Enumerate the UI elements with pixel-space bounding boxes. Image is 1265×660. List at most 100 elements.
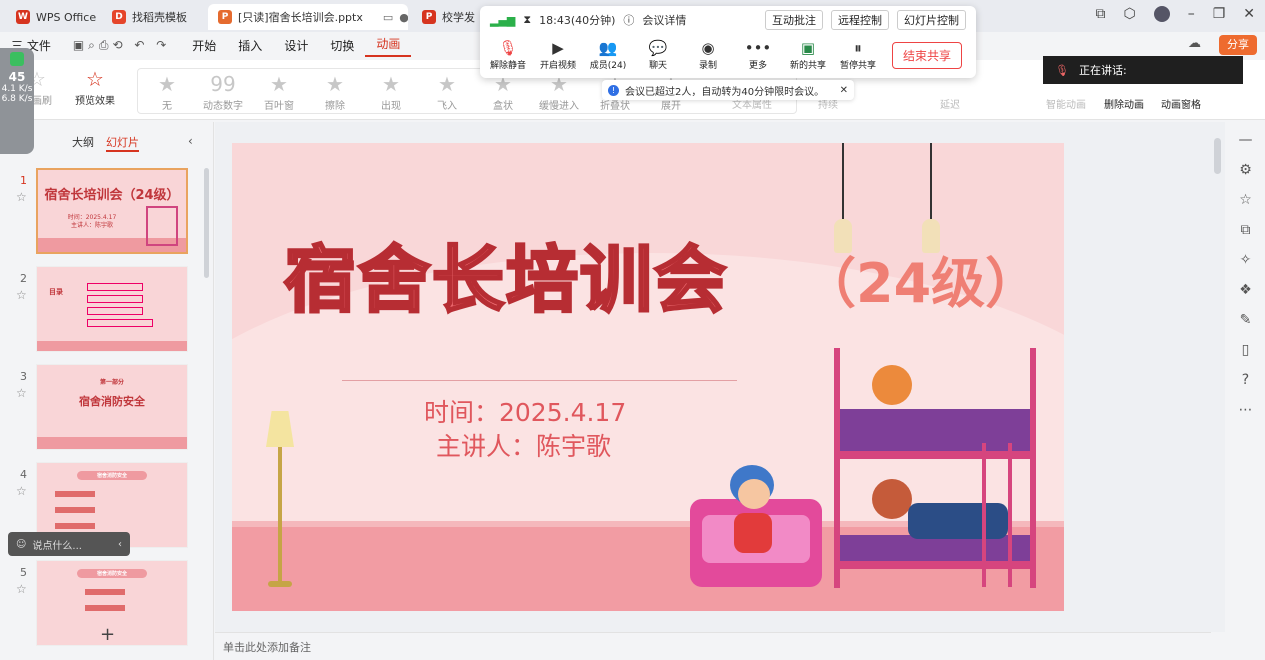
animation-pane-button[interactable]: 动画窗格 bbox=[1161, 96, 1201, 111]
members-button[interactable]: 👥 成员(24) bbox=[584, 38, 632, 71]
unsaved-dot-icon: ● bbox=[399, 10, 408, 24]
collapse-panel-icon[interactable]: ‹ bbox=[188, 134, 193, 148]
add-slide-button[interactable]: + bbox=[100, 624, 115, 645]
notes-placeholder: 单击此处添加备注 bbox=[223, 641, 311, 654]
star-icon[interactable]: ☆ bbox=[1239, 192, 1252, 208]
canvas-scrollbar[interactable] bbox=[1211, 122, 1225, 632]
thumb-preview: 宿舍长培训会（24级） 时间：2025.4.17 主讲人：陈宇歌 bbox=[36, 168, 188, 254]
effect-appear[interactable]: ★ 出现 bbox=[364, 71, 418, 112]
ppt-file-icon: P bbox=[218, 10, 232, 24]
slide-thumb-3[interactable]: 3 ☆ 第一部分 宿舍消防安全 bbox=[0, 364, 200, 454]
menu-animation[interactable]: 动画 bbox=[365, 33, 412, 57]
maximize-icon[interactable]: ❐ bbox=[1213, 6, 1226, 22]
layout-icon[interactable]: ⧉ bbox=[1095, 6, 1105, 22]
speaker-label: 正在讲话: bbox=[1078, 64, 1127, 77]
menu-home[interactable]: 开始 bbox=[181, 37, 227, 54]
meeting-details[interactable]: 会议详情 bbox=[642, 12, 686, 28]
effect-none[interactable]: ★ 无 bbox=[140, 71, 194, 112]
meeting-notice: ! 会议已超过2人，自动转为40分钟限时会议。 ✕ bbox=[602, 80, 854, 100]
delete-animation-button[interactable]: 删除动画 bbox=[1104, 96, 1144, 111]
delay-label: 延迟 bbox=[940, 100, 960, 111]
close-icon[interactable]: ✕ bbox=[1243, 6, 1255, 22]
book-icon[interactable]: ▯ bbox=[1242, 342, 1250, 358]
thumb-title: 宿舍消防安全 bbox=[96, 571, 127, 577]
minimize-icon[interactable]: – bbox=[1188, 6, 1195, 22]
star-icon[interactable]: ☆ bbox=[16, 190, 27, 204]
shape-icon[interactable]: ❖ bbox=[1239, 282, 1252, 298]
effect-dynamic-number[interactable]: 99 动态数字 bbox=[196, 71, 250, 112]
thumb-number: 4 bbox=[20, 468, 27, 481]
more-button[interactable]: ••• 更多 bbox=[734, 38, 782, 71]
scroll-thumb[interactable] bbox=[1214, 138, 1221, 174]
effect-wipe[interactable]: ★ 擦除 bbox=[308, 71, 362, 112]
docer-icon: D bbox=[112, 10, 126, 24]
annotate-button[interactable]: 互动批注 bbox=[765, 10, 823, 30]
tab-outline[interactable]: 大纲 bbox=[72, 134, 94, 152]
members-icon: 👥 bbox=[598, 39, 618, 57]
star-icon[interactable]: ☆ bbox=[16, 288, 27, 302]
record-button[interactable]: ◉ 录制 bbox=[684, 38, 732, 71]
tab-docer[interactable]: D 找稻壳模板 bbox=[102, 4, 202, 30]
avatar[interactable] bbox=[1153, 6, 1170, 22]
chevron-left-icon[interactable]: ‹ bbox=[118, 539, 130, 550]
effect-label: 盒状 bbox=[493, 101, 513, 112]
tool-label: 开启视频 bbox=[539, 61, 576, 71]
unmute-button[interactable]: 🎙 解除静音 bbox=[484, 38, 532, 71]
menu-design[interactable]: 设计 bbox=[273, 37, 319, 54]
tab-wps-office[interactable]: W WPS Office bbox=[6, 4, 98, 30]
preview-effect-button[interactable]: ☆ 预览效果 bbox=[68, 66, 122, 107]
close-icon[interactable]: ✕ bbox=[840, 85, 848, 96]
thumb-number: 1 bbox=[20, 174, 27, 187]
adjust-icon[interactable]: ⚙ bbox=[1239, 162, 1252, 178]
effect-label: 缓慢进入 bbox=[539, 101, 579, 112]
edit-icon[interactable]: ✎ bbox=[1240, 312, 1252, 328]
menu-transition[interactable]: 切换 bbox=[319, 37, 365, 54]
pause-share-button[interactable]: ⏸ 暂停共享 bbox=[834, 38, 882, 71]
start-video-button[interactable]: ▶ 开启视频 bbox=[534, 38, 582, 71]
effect-blinds[interactable]: ★ 百叶窗 bbox=[252, 71, 306, 112]
magic-wand-icon[interactable]: ✧ bbox=[1240, 252, 1252, 268]
slide-title[interactable]: 宿舍长培训会 bbox=[282, 221, 728, 326]
help-icon[interactable]: ? bbox=[1242, 372, 1249, 388]
tab-pptx[interactable]: P [只读]宿舍长培训会.pptx ▭ ● bbox=[208, 4, 408, 30]
end-share-button[interactable]: 结束共享 bbox=[892, 42, 963, 69]
slide-control-button[interactable]: 幻灯片控制 bbox=[897, 10, 966, 30]
slide-thumb-1[interactable]: 1 ☆ 宿舍长培训会（24级） 时间：2025.4.17 主讲人：陈宇歌 bbox=[0, 168, 200, 258]
slide-speaker[interactable]: 主讲人：陈宇歌 bbox=[436, 427, 611, 463]
tab-slides[interactable]: 幻灯片 bbox=[106, 134, 139, 152]
notes-area[interactable]: 单击此处添加备注 bbox=[215, 632, 1211, 660]
smart-animation-button[interactable]: 智能动画 bbox=[1046, 96, 1086, 111]
minus-icon[interactable]: — bbox=[1239, 132, 1253, 148]
new-share-button[interactable]: ▣ 新的共享 bbox=[784, 38, 832, 71]
remote-control-button[interactable]: 远程控制 bbox=[831, 10, 889, 30]
cloud-icon[interactable]: ☁ bbox=[1188, 36, 1201, 51]
slide-1-editor[interactable]: 宿舍长培训会 （24级） 时间：2025.4.17 主讲人：陈宇歌 bbox=[232, 143, 1064, 611]
share-screen-icon: ▣ bbox=[800, 39, 816, 57]
toc-item bbox=[87, 319, 153, 327]
menu-insert[interactable]: 插入 bbox=[227, 37, 273, 54]
camera-icon: ▶ bbox=[552, 39, 564, 57]
panel-scrollbar[interactable] bbox=[204, 168, 209, 278]
effect-label: 动态数字 bbox=[203, 101, 243, 112]
mic-icon: 🎙 bbox=[1055, 63, 1069, 77]
chat-input[interactable]: ☺ 说点什么... ‹ bbox=[8, 532, 130, 556]
slide-time[interactable]: 时间：2025.4.17 bbox=[424, 393, 626, 429]
copy-icon[interactable]: ⧉ bbox=[1241, 222, 1251, 238]
mic-muted-icon: 🎙 bbox=[498, 39, 518, 57]
chat-button[interactable]: 💬 聊天 bbox=[634, 38, 682, 71]
share-button[interactable]: 分享 bbox=[1219, 35, 1257, 55]
quick-access-toolbar[interactable]: ▣⌕⎙⟲ ↶ ↷ bbox=[62, 38, 181, 53]
emoji-icon[interactable]: ☺ bbox=[16, 539, 26, 550]
cube-icon[interactable]: ⬡ bbox=[1123, 6, 1135, 22]
star-icon[interactable]: ☆ bbox=[16, 386, 27, 400]
meeting-time[interactable]: 18:43(40分钟) bbox=[539, 12, 615, 28]
star-icon[interactable]: ☆ bbox=[16, 484, 27, 498]
more-icon[interactable]: ⋯ bbox=[1239, 402, 1253, 418]
slide-thumb-2[interactable]: 2 ☆ 目录 bbox=[0, 266, 200, 356]
effect-number-icon: 99 bbox=[210, 72, 236, 96]
record-icon: ◉ bbox=[701, 39, 715, 57]
tab-pdf[interactable]: P 校学发〔2 bbox=[412, 4, 478, 30]
share-label: 分享 bbox=[1227, 38, 1249, 51]
effect-fly-in[interactable]: ★ 飞入 bbox=[420, 71, 474, 112]
star-icon[interactable]: ☆ bbox=[16, 582, 27, 596]
